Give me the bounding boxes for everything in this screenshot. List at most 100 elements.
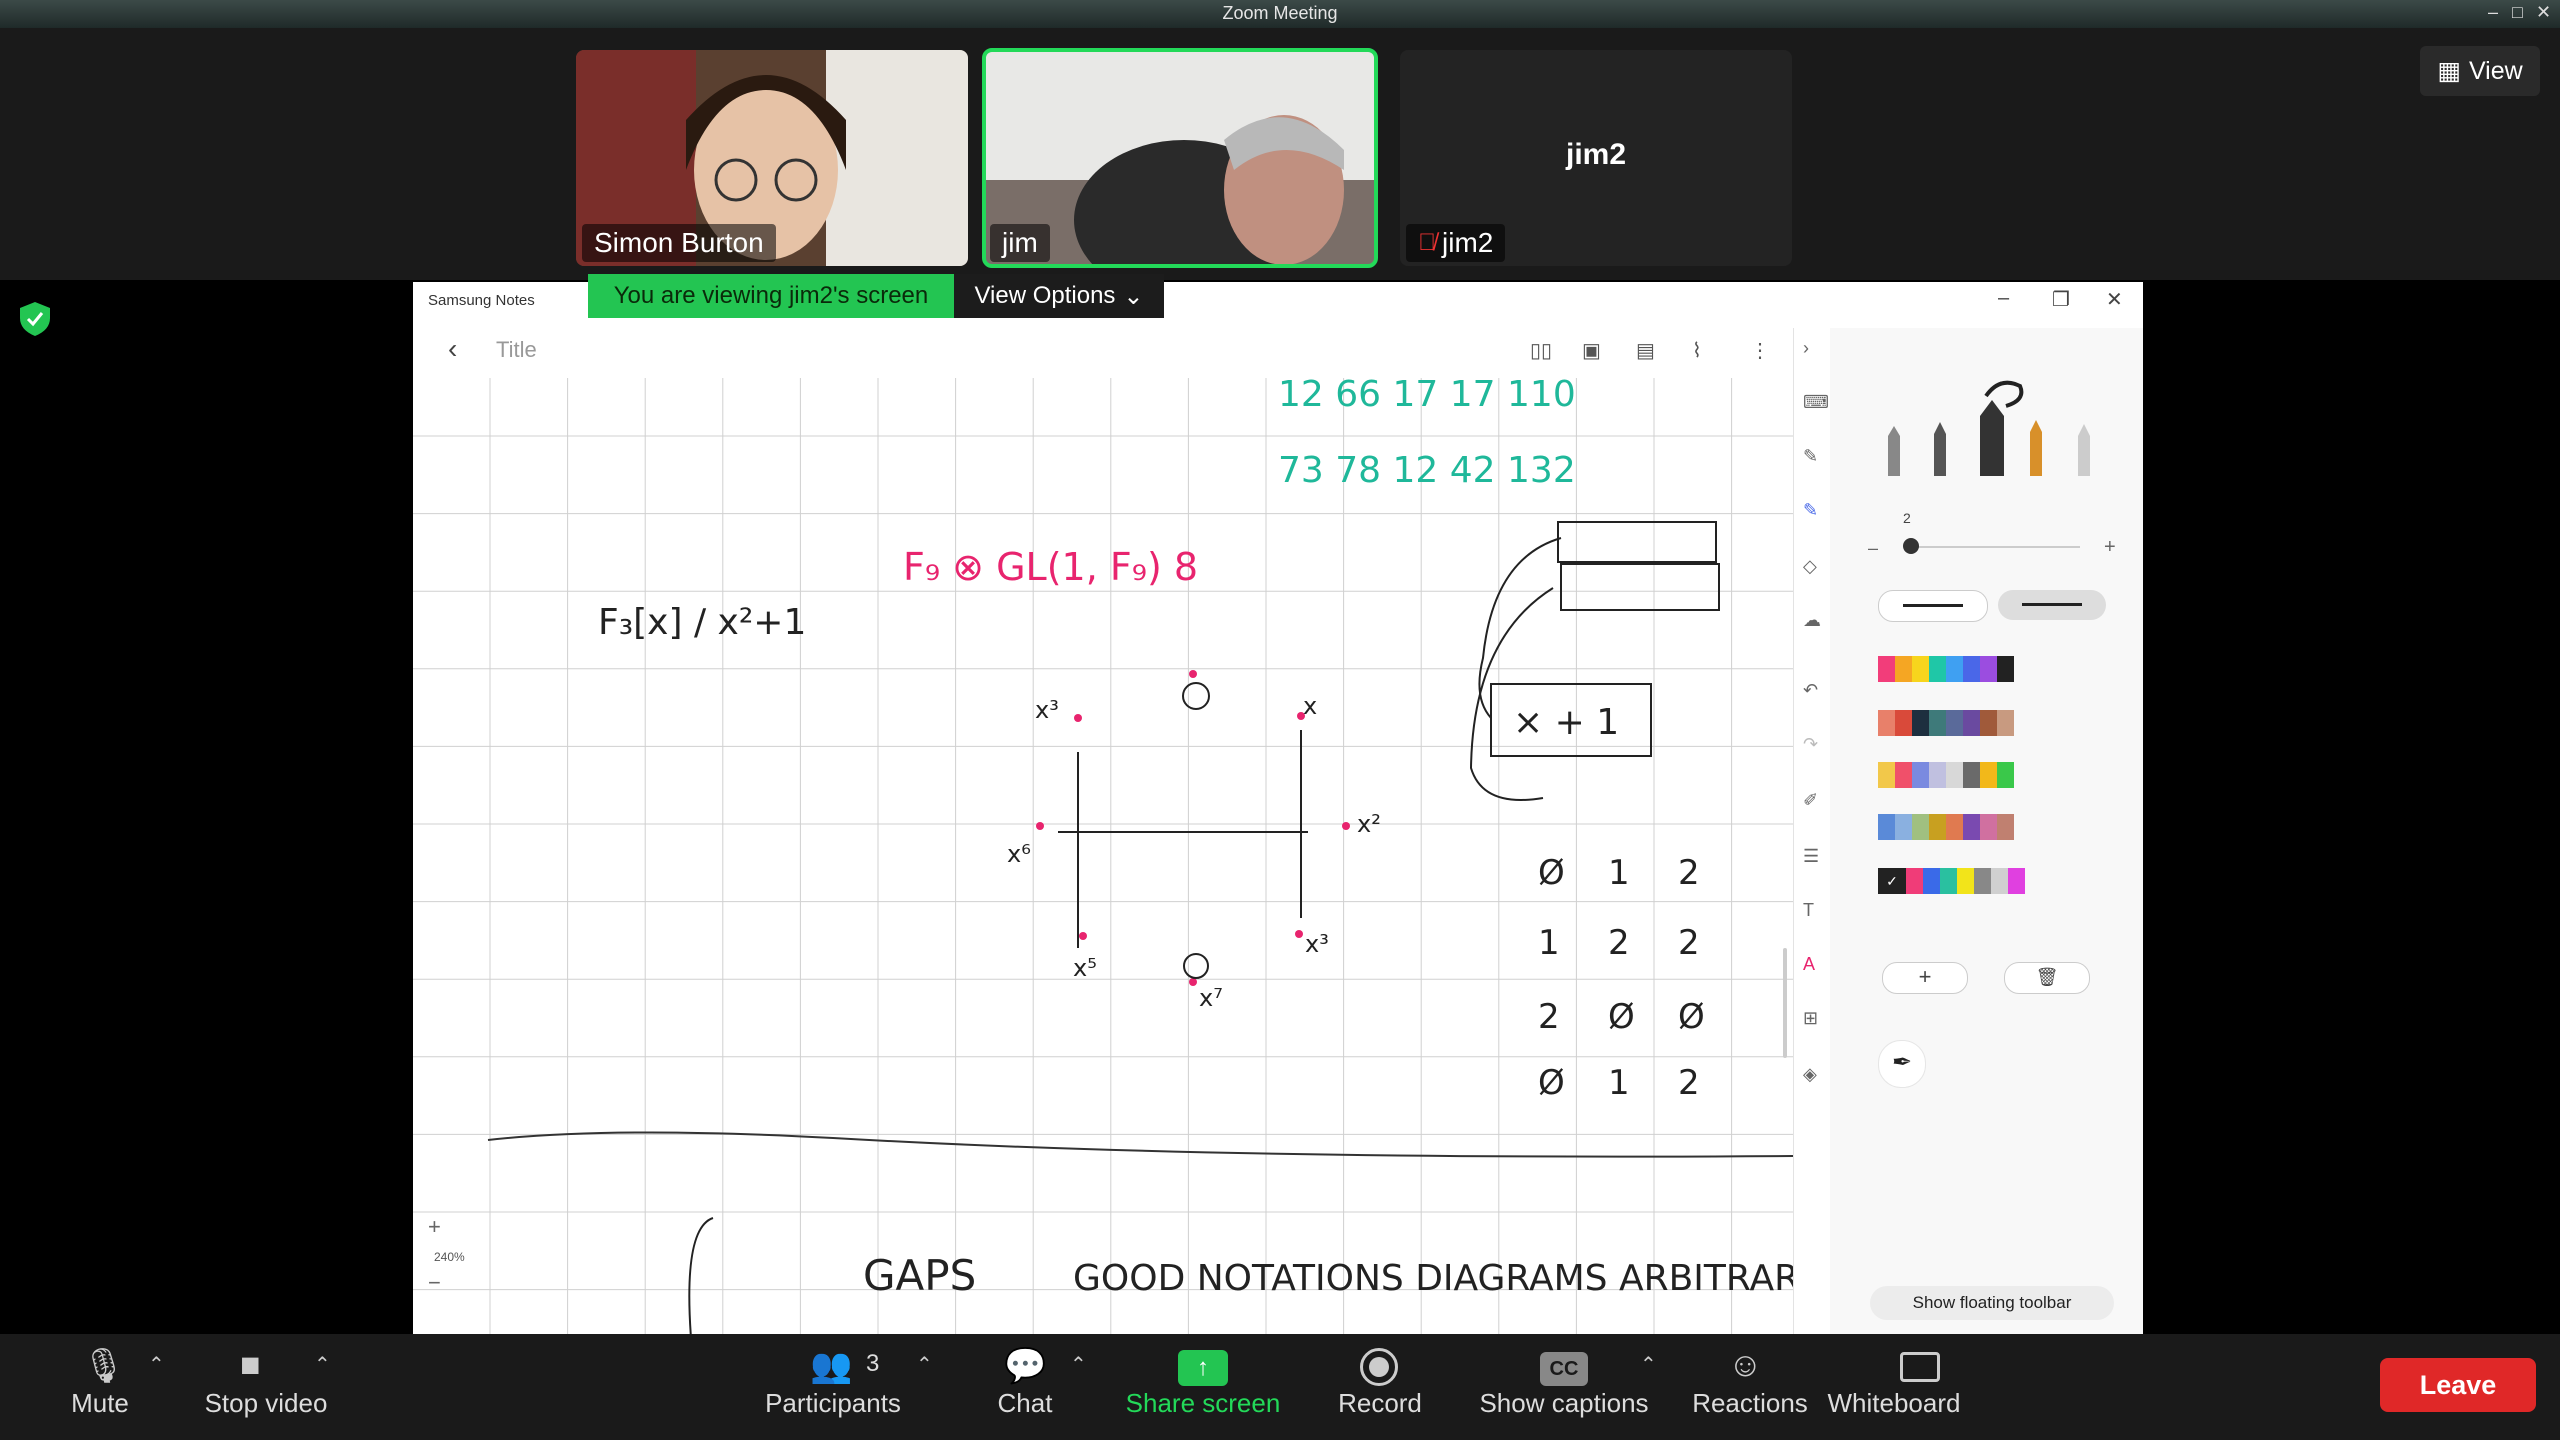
pen-size-slider[interactable] xyxy=(1910,546,2080,548)
view-options-button[interactable]: View Options ⌄ xyxy=(954,274,1164,318)
color-swatch[interactable] xyxy=(1946,762,1963,788)
color-swatch[interactable] xyxy=(1906,868,1923,894)
book-view-icon[interactable]: ▯▯ xyxy=(1530,338,1552,363)
color-swatch[interactable] xyxy=(1974,868,1991,894)
chevron-up-icon[interactable]: ⌃ xyxy=(1070,1352,1087,1377)
color-swatch[interactable] xyxy=(1963,656,1980,682)
view-button[interactable]: ▦ View xyxy=(2420,46,2540,96)
attach-icon[interactable]: ⌇ xyxy=(1692,338,1702,363)
back-arrow-icon[interactable]: ‹ xyxy=(448,333,457,365)
template-icon[interactable]: ▤ xyxy=(1636,338,1655,363)
color-swatch[interactable] xyxy=(2008,868,2025,894)
color-swatch[interactable] xyxy=(1878,710,1895,736)
reactions-button[interactable]: Reactions xyxy=(1690,1388,1810,1419)
undo-icon[interactable]: ↶ xyxy=(1803,680,1818,701)
color-swatch[interactable] xyxy=(1957,868,1974,894)
eraser-icon[interactable]: ◇ xyxy=(1803,556,1817,577)
color-swatch[interactable] xyxy=(1912,710,1929,736)
microphone-icon[interactable]: 🎙 xyxy=(82,1346,125,1386)
participants-icon[interactable]: 👥 xyxy=(810,1346,852,1386)
color-swatch[interactable] xyxy=(1980,762,1997,788)
favorite-pen-icon[interactable]: ✒ xyxy=(1878,1040,1926,1088)
chevron-right-icon[interactable]: › xyxy=(1803,338,1809,359)
video-camera-icon[interactable]: ■ xyxy=(240,1346,261,1385)
maximize-icon[interactable]: □ xyxy=(2512,2,2523,23)
color-row-3[interactable] xyxy=(1878,762,2014,788)
color-swatch[interactable] xyxy=(1946,814,1963,840)
add-favorite-button[interactable]: + xyxy=(1882,962,1968,994)
color-swatch[interactable] xyxy=(1895,710,1912,736)
text-style-icon[interactable]: T xyxy=(1803,900,1814,921)
record-icon[interactable] xyxy=(1360,1348,1398,1386)
minus-icon[interactable]: – xyxy=(1868,538,1878,559)
color-row-5[interactable]: ✓ xyxy=(1878,868,2025,894)
trash-icon[interactable]: 🗑 xyxy=(2004,962,2090,994)
color-swatch[interactable] xyxy=(1912,656,1929,682)
restore-icon[interactable]: ❐ xyxy=(2052,287,2070,312)
color-swatch[interactable] xyxy=(1940,868,1957,894)
color-swatch[interactable] xyxy=(1895,762,1912,788)
color-swatch[interactable] xyxy=(1997,814,2014,840)
chevron-up-icon[interactable]: ⌃ xyxy=(148,1352,165,1377)
participant-tile-simon[interactable]: Simon Burton xyxy=(576,50,968,266)
minimize-icon[interactable]: – xyxy=(1998,287,2009,310)
color-swatch[interactable] xyxy=(1997,656,2014,682)
note-canvas[interactable]: 12 66 17 17 110 73 78 12 42 132 F₉ ⊗ GL(… xyxy=(413,378,1793,1334)
participant-tile-jim2[interactable]: jim2 🎙̸ jim2 xyxy=(1400,50,1792,266)
chevron-up-icon[interactable]: ⌃ xyxy=(916,1352,933,1377)
cc-icon[interactable]: CC xyxy=(1540,1352,1588,1386)
font-color-icon[interactable]: A xyxy=(1803,954,1815,975)
slider-thumb[interactable] xyxy=(1903,538,1919,554)
color-swatch[interactable] xyxy=(1929,656,1946,682)
color-swatch[interactable] xyxy=(1963,762,1980,788)
color-swatch[interactable] xyxy=(1895,656,1912,682)
color-swatch[interactable] xyxy=(1878,762,1895,788)
share-screen-button[interactable]: Share screen xyxy=(1118,1388,1288,1419)
lasso-icon[interactable]: ☁ xyxy=(1803,610,1821,631)
mute-button[interactable]: Mute xyxy=(60,1388,140,1419)
color-swatch[interactable] xyxy=(1895,814,1912,840)
chat-button[interactable]: Chat xyxy=(990,1388,1060,1419)
show-floating-toolbar-button[interactable]: Show floating toolbar xyxy=(1870,1286,2114,1320)
color-swatch[interactable] xyxy=(1963,710,1980,736)
text-box-icon[interactable]: ⊞ xyxy=(1803,1008,1818,1029)
color-swatch[interactable]: ✓ xyxy=(1878,868,1906,894)
color-swatch[interactable] xyxy=(1878,656,1895,682)
color-swatch[interactable] xyxy=(1929,762,1946,788)
color-swatch[interactable] xyxy=(1923,868,1940,894)
color-swatch[interactable] xyxy=(1991,868,2008,894)
pen-types[interactable] xyxy=(1870,376,2100,482)
color-row-2[interactable] xyxy=(1878,710,2014,736)
share-screen-icon[interactable]: ↑ xyxy=(1178,1350,1228,1386)
vertical-scrollbar[interactable] xyxy=(1783,948,1787,1058)
color-swatch[interactable] xyxy=(1980,814,1997,840)
image-icon[interactable]: ▣ xyxy=(1582,338,1601,363)
color-row-4[interactable] xyxy=(1878,814,2014,840)
pen-settings-icon[interactable]: ✐ xyxy=(1803,790,1818,811)
color-swatch[interactable] xyxy=(1946,656,1963,682)
shield-icon[interactable] xyxy=(16,300,54,338)
text-align-icon[interactable]: ☰ xyxy=(1803,846,1819,867)
leave-button[interactable]: Leave xyxy=(2380,1358,2536,1412)
line-style-taper[interactable] xyxy=(1998,590,2106,620)
more-icon[interactable]: ⋮ xyxy=(1750,338,1770,363)
color-swatch[interactable] xyxy=(1963,814,1980,840)
line-style-solid[interactable] xyxy=(1878,590,1988,622)
participants-button[interactable]: Participants xyxy=(758,1388,908,1419)
close-icon[interactable]: ✕ xyxy=(2106,287,2123,312)
keyboard-icon[interactable]: ⌨ xyxy=(1803,392,1829,413)
whiteboard-icon[interactable] xyxy=(1900,1352,1940,1382)
chevron-up-icon[interactable]: ⌃ xyxy=(1640,1352,1657,1377)
show-captions-button[interactable]: Show captions xyxy=(1474,1388,1654,1419)
color-swatch[interactable] xyxy=(1912,814,1929,840)
color-swatch[interactable] xyxy=(1997,710,2014,736)
minimize-icon[interactable]: – xyxy=(2488,2,2498,23)
zoom-in-button[interactable]: + xyxy=(428,1214,441,1240)
chevron-up-icon[interactable]: ⌃ xyxy=(314,1352,331,1377)
whiteboard-button[interactable]: Whiteboard xyxy=(1804,1388,1984,1419)
participant-tile-jim[interactable]: jim xyxy=(982,48,1378,268)
color-swatch[interactable] xyxy=(1980,710,1997,736)
zoom-out-button[interactable]: − xyxy=(428,1270,441,1296)
redo-icon[interactable]: ↷ xyxy=(1803,734,1818,755)
shapes-icon[interactable]: ◈ xyxy=(1803,1064,1817,1085)
